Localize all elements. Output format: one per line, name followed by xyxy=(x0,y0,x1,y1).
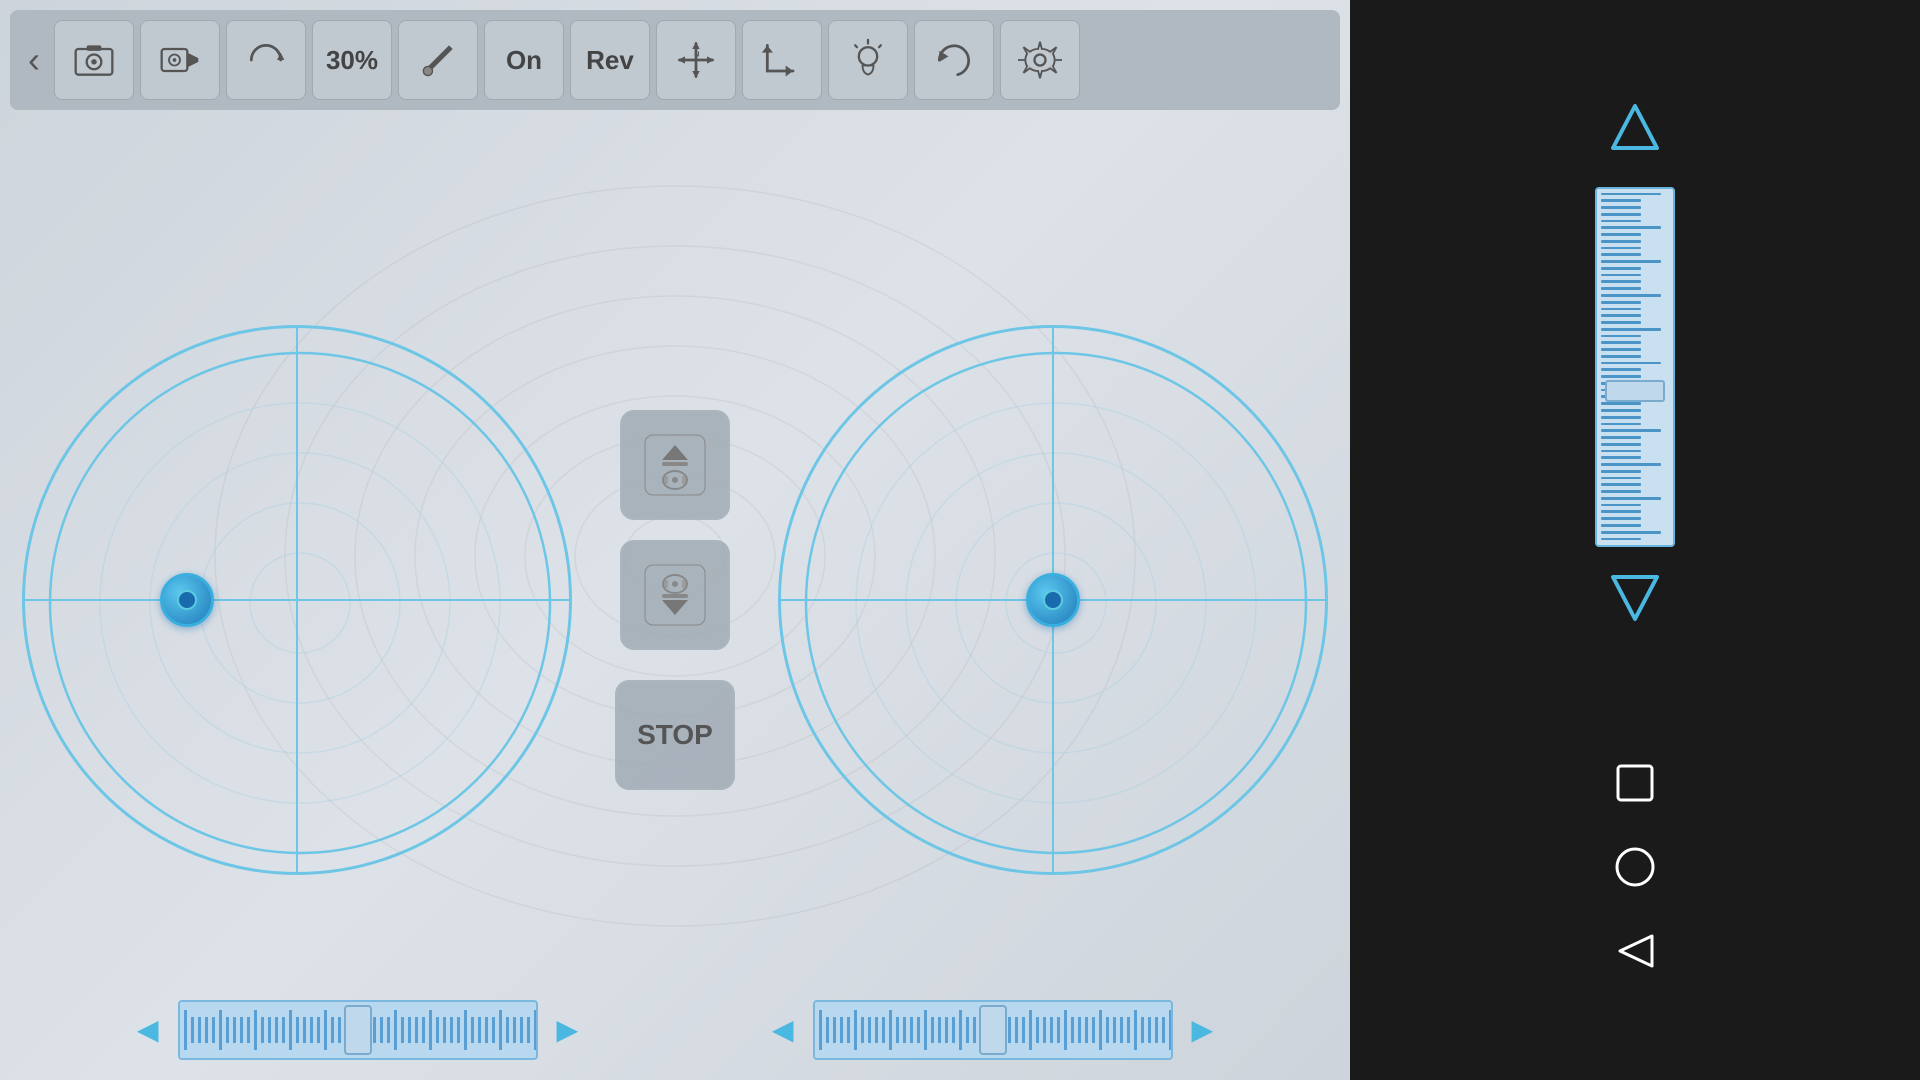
scroll-down-button[interactable] xyxy=(620,540,730,650)
right-slider-track[interactable] xyxy=(813,1000,1173,1060)
rotate-button[interactable] xyxy=(226,20,306,100)
android-nav xyxy=(1603,751,1667,983)
scroll-up-button[interactable] xyxy=(620,410,730,520)
corner-button[interactable] xyxy=(742,20,822,100)
left-joystick-crosshair xyxy=(22,325,572,875)
left-slider-thumb[interactable] xyxy=(344,1005,372,1055)
bottom-controls: ◄ ► ◄ ► xyxy=(0,1000,1350,1060)
vertical-slider-ticks xyxy=(1597,189,1673,545)
right-slider-group: ◄ ► xyxy=(765,1000,1220,1060)
reload-button[interactable] xyxy=(914,20,994,100)
pan-button[interactable]: N xyxy=(656,20,736,100)
left-slider-right-arrow[interactable]: ► xyxy=(550,1009,586,1051)
back-button[interactable]: ‹ xyxy=(20,35,48,85)
vertical-slider-thumb[interactable] xyxy=(1605,380,1665,402)
android-home-button[interactable] xyxy=(1603,835,1667,899)
vertical-slider-container xyxy=(1595,98,1675,636)
toolbar: ‹ 3 xyxy=(10,10,1340,110)
vertical-slider-down-arrow[interactable] xyxy=(1605,567,1665,636)
settings-button[interactable] xyxy=(1000,20,1080,100)
android-back-button[interactable] xyxy=(1603,919,1667,983)
on-button[interactable]: On xyxy=(484,20,564,100)
main-content: STOP xyxy=(0,120,1350,1080)
svg-text:N: N xyxy=(694,49,699,58)
left-joystick-dot[interactable] xyxy=(160,573,214,627)
left-slider-left-arrow[interactable]: ◄ xyxy=(130,1009,166,1051)
brush-button[interactable] xyxy=(398,20,478,100)
right-slider-thumb[interactable] xyxy=(979,1005,1007,1055)
stop-button[interactable]: STOP xyxy=(615,680,735,790)
android-square-button[interactable] xyxy=(1603,751,1667,815)
video-button[interactable] xyxy=(140,20,220,100)
vertical-slider[interactable] xyxy=(1595,187,1675,547)
camera-button[interactable] xyxy=(54,20,134,100)
right-slider-left-arrow[interactable]: ◄ xyxy=(765,1009,801,1051)
left-joystick[interactable] xyxy=(22,325,572,875)
center-panel: STOP xyxy=(615,410,735,790)
rev-button[interactable]: Rev xyxy=(570,20,650,100)
vertical-slider-up-arrow[interactable] xyxy=(1605,98,1665,167)
percent-display: 30% xyxy=(312,20,392,100)
left-slider-track[interactable] xyxy=(178,1000,538,1060)
light-button[interactable] xyxy=(828,20,908,100)
right-slider-right-arrow[interactable]: ► xyxy=(1185,1009,1221,1051)
left-slider-group: ◄ ► xyxy=(130,1000,585,1060)
right-joystick-dot[interactable] xyxy=(1026,573,1080,627)
right-panel xyxy=(1350,0,1920,1080)
right-joystick[interactable] xyxy=(778,325,1328,875)
